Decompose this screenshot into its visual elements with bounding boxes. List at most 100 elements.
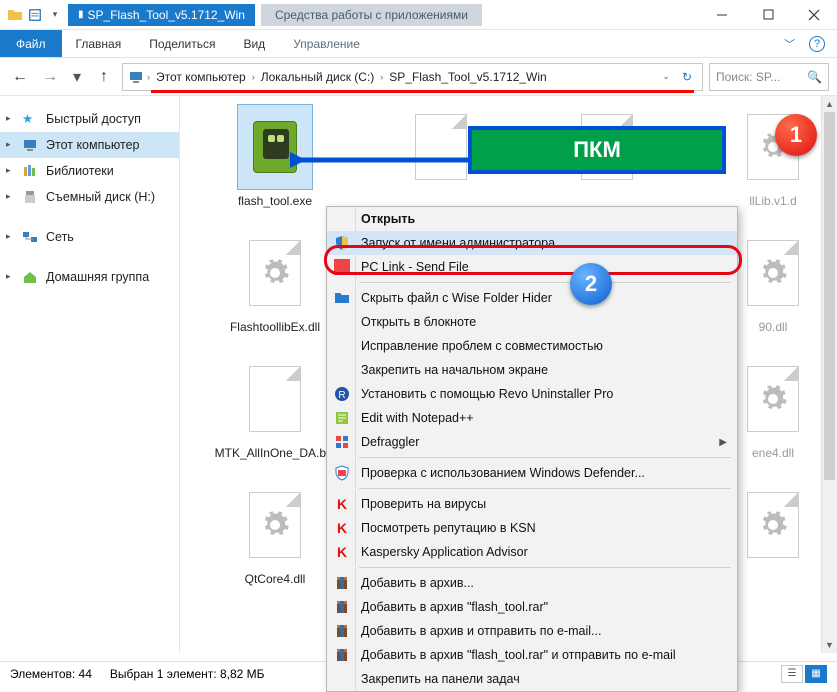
context-menu-label: Посмотреть репутацию в KSN — [361, 521, 536, 535]
close-button[interactable] — [791, 0, 837, 30]
context-menu-item[interactable]: Проверка с использованием Windows Defend… — [327, 461, 737, 485]
homegroup-icon — [22, 269, 38, 285]
annotation-arrow — [290, 148, 470, 172]
context-menu-label: Добавить в архив и отправить по e-mail..… — [361, 624, 601, 638]
context-menu-label: Скрыть файл с Wise Folder Hider — [361, 291, 552, 305]
maximize-button[interactable] — [745, 0, 791, 30]
view-icons-button[interactable]: ▦ — [805, 665, 827, 683]
sidebar-item-label: Библиотеки — [46, 164, 114, 178]
revo-icon: R — [333, 385, 351, 403]
sidebar-item-label: Этот компьютер — [46, 138, 139, 152]
context-menu-label: Закрепить на панели задач — [361, 672, 520, 686]
minimize-button[interactable] — [699, 0, 745, 30]
svg-text:K: K — [337, 496, 347, 512]
star-icon: ★ — [22, 111, 38, 127]
sidebar-item-homegroup[interactable]: ▸ Домашняя группа — [0, 264, 179, 290]
sidebar-item-this-pc[interactable]: ▸ Этот компьютер — [0, 132, 179, 158]
usb-icon — [22, 189, 38, 205]
breadcrumb[interactable]: › Этот компьютер › Локальный диск (C:) ›… — [122, 63, 703, 91]
context-menu-item[interactable]: Исправление проблем с совместимостью — [327, 334, 737, 358]
file-label: llLib.v1.d — [749, 194, 796, 208]
address-row: ← → ▾ ↑ › Этот компьютер › Локальный дис… — [0, 58, 837, 96]
nav-up-button[interactable]: ↑ — [92, 65, 116, 89]
context-menu-label: Defraggler — [361, 435, 419, 449]
context-menu-label: Исправление проблем с совместимостью — [361, 339, 603, 353]
svg-text:K: K — [337, 544, 347, 560]
context-menu-item[interactable]: Запуск от имени администратора — [327, 231, 737, 255]
file-label: MTK_AllInOne_DA.bin — [215, 446, 336, 460]
scroll-thumb[interactable] — [824, 112, 835, 480]
ribbon-tabs: Файл Главная Поделиться Вид Управление ﹀… — [0, 30, 837, 58]
context-menu-item[interactable]: Открыть в блокноте — [327, 310, 737, 334]
context-menu-item[interactable]: K Kaspersky Application Advisor — [327, 540, 737, 564]
view-details-button[interactable]: ☰ — [781, 665, 803, 683]
help-icon[interactable]: ? — [809, 36, 825, 52]
context-menu-item[interactable]: Открыть — [327, 207, 737, 231]
sidebar-item-label: Быстрый доступ — [46, 112, 141, 126]
context-menu-label: Edit with Notepad++ — [361, 411, 474, 425]
context-menu-item[interactable]: Закрепить на панели задач — [327, 667, 737, 691]
annotation-pkm-label: ПКМ — [468, 126, 726, 174]
context-menu-label: Добавить в архив "flash_tool.rar" и отпр… — [361, 648, 676, 662]
search-icon: 🔍 — [807, 70, 822, 84]
sidebar-item-label: Домашняя группа — [46, 270, 149, 284]
contextual-tab-label: Средства работы с приложениями — [261, 4, 482, 26]
annotation-badge-1: 1 — [775, 114, 817, 156]
sidebar-item-network[interactable]: ▸ Сеть — [0, 224, 179, 250]
context-menu-item[interactable]: PC Link - Send File — [327, 255, 737, 279]
quick-access-toolbar: ▾ — [0, 6, 64, 24]
breadcrumb-seg-0[interactable]: Этот компьютер — [152, 70, 250, 84]
scrollbar[interactable]: ▲ ▼ — [821, 96, 837, 653]
context-menu-item[interactable]: Edit with Notepad++ — [327, 406, 737, 430]
context-menu-item[interactable]: Скрыть файл с Wise Folder Hider — [327, 286, 737, 310]
context-menu-item[interactable]: KПосмотреть репутацию в KSN — [327, 516, 737, 540]
context-menu-item[interactable]: Добавить в архив... — [327, 571, 737, 595]
qa-overflow-icon[interactable]: ▾ — [46, 6, 64, 24]
tab-file[interactable]: Файл — [0, 30, 62, 57]
npp-icon — [333, 409, 351, 427]
context-menu-item[interactable]: Добавить в архив "flash_tool.rar" и отпр… — [327, 643, 737, 667]
context-menu: Открыть Запуск от имени администратора PC … — [326, 206, 738, 692]
breadcrumb-dropdown-icon[interactable]: ⌄ — [656, 71, 676, 82]
nav-back-button[interactable]: ← — [8, 65, 32, 89]
context-menu-label: Добавить в архив "flash_tool.rar" — [361, 600, 548, 614]
context-menu-item[interactable]: Добавить в архив "flash_tool.rar" — [327, 595, 737, 619]
svg-text:R: R — [338, 390, 345, 401]
libraries-icon — [22, 163, 38, 179]
context-menu-item[interactable]: KПроверить на вирусы — [327, 492, 737, 516]
titlebar: ▾ ▮ SP_Flash_Tool_v5.1712_Win Средства р… — [0, 0, 837, 30]
sidebar-item-removable[interactable]: ▸ Съемный диск (H:) — [0, 184, 179, 210]
tab-home[interactable]: Главная — [62, 30, 136, 57]
props-icon[interactable] — [26, 6, 44, 24]
context-menu-label: Kaspersky Application Advisor — [361, 545, 528, 559]
context-menu-label: Проверка с использованием Windows Defend… — [361, 466, 645, 480]
context-menu-label: Установить с помощью Revo Uninstaller Pr… — [361, 387, 613, 401]
breadcrumb-seg-2[interactable]: SP_Flash_Tool_v5.1712_Win — [385, 70, 550, 84]
refresh-icon[interactable]: ↻ — [676, 70, 698, 84]
nav-history-dropdown[interactable]: ▾ — [68, 67, 86, 87]
context-menu-item[interactable]: Defraggler ▶ — [327, 430, 737, 454]
tab-view[interactable]: Вид — [229, 30, 279, 57]
sidebar-item-libraries[interactable]: ▸ Библиотеки — [0, 158, 179, 184]
tab-manage[interactable]: Управление — [279, 30, 374, 57]
status-count: Элементов: 44 — [10, 667, 92, 681]
folder-icon — [6, 6, 24, 24]
ribbon-expand-icon[interactable]: ﹀ — [784, 36, 795, 52]
folder-blue-icon — [333, 289, 351, 307]
sidebar-item-quick-access[interactable]: ▸ ★ Быстрый доступ — [0, 106, 179, 132]
sidebar-item-label: Съемный диск (H:) — [46, 190, 155, 204]
kasp-icon: K — [333, 495, 351, 513]
context-menu-item[interactable]: Добавить в архив и отправить по e-mail..… — [327, 619, 737, 643]
context-menu-label: Запуск от имени администратора — [361, 236, 555, 250]
context-menu-item[interactable]: Закрепить на начальном экране — [327, 358, 737, 382]
chevron-right-icon: ▶ — [719, 437, 727, 448]
pc-icon — [22, 137, 38, 153]
scroll-up-button[interactable]: ▲ — [822, 96, 837, 112]
breadcrumb-seg-1[interactable]: Локальный диск (C:) — [257, 70, 379, 84]
nav-forward-button[interactable]: → — [38, 65, 62, 89]
file-label: 90.dll — [759, 320, 788, 334]
search-input[interactable]: Поиск: SP... 🔍 — [709, 63, 829, 91]
tab-share[interactable]: Поделиться — [135, 30, 229, 57]
scroll-down-button[interactable]: ▼ — [822, 637, 837, 653]
context-menu-item[interactable]: R Установить с помощью Revo Uninstaller P… — [327, 382, 737, 406]
